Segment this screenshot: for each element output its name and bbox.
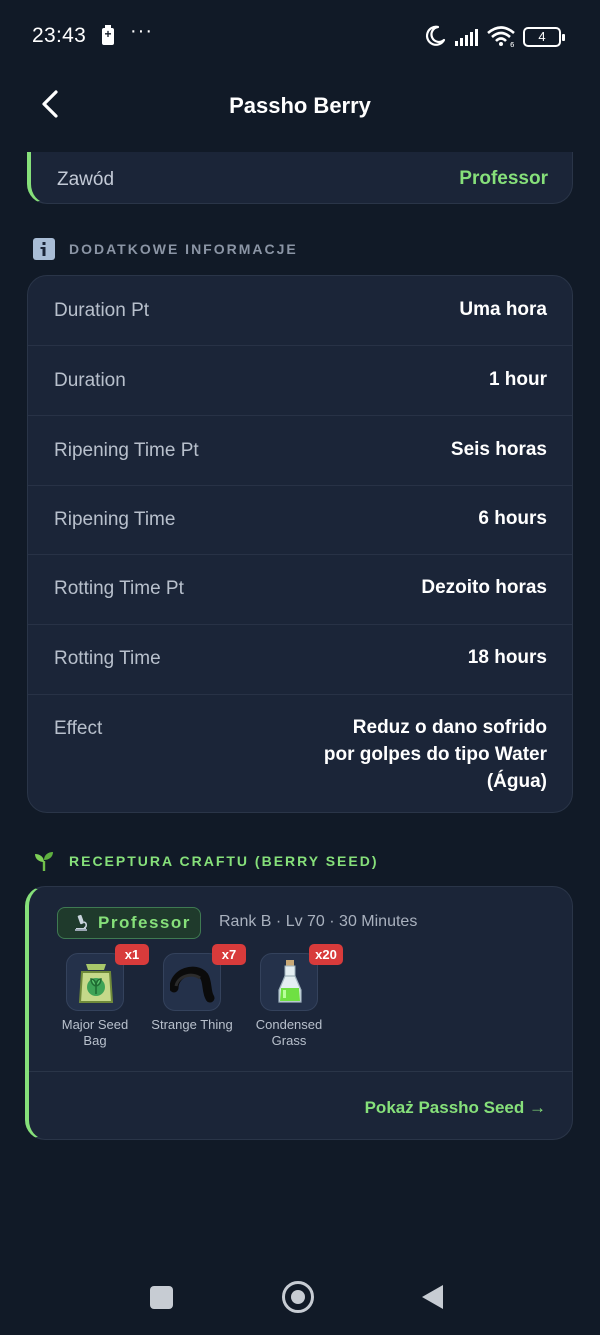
- more-notifications-icon: ···: [130, 20, 153, 42]
- info-row-value: Seis horas: [450, 439, 547, 460]
- profession-value: Professor: [459, 168, 548, 189]
- app-bar: Passho Berry: [0, 76, 600, 152]
- profession-badge-label: Professor: [98, 913, 191, 932]
- info-row-label: Ripening Time: [54, 509, 176, 530]
- system-back-icon[interactable]: [422, 1285, 443, 1309]
- profession-card: Zawód Professor: [27, 152, 573, 204]
- potion-bottle-icon: [278, 960, 302, 1003]
- info-row: Rotting Time 18 hours: [28, 625, 572, 695]
- recent-apps-icon[interactable]: [150, 1286, 173, 1309]
- seed-bag-icon: [78, 964, 114, 1003]
- info-row-value: Uma hora: [459, 299, 547, 320]
- rank-info: Rank B · Lv 70 · 30 Minutes: [219, 913, 418, 930]
- svg-text:6: 6: [510, 41, 515, 47]
- info-row-label: Duration Pt: [54, 300, 150, 321]
- ingredient-qty-badge: x20: [309, 944, 343, 965]
- divider: [29, 1071, 572, 1072]
- info-row-label: Duration: [54, 370, 126, 391]
- info-row-label: Rotting Time Pt: [54, 578, 184, 599]
- ingredient-icon-box: x7: [163, 944, 246, 1011]
- profession-label: Zawód: [57, 169, 115, 190]
- info-row-value: 18 hours: [467, 647, 547, 668]
- profession-badge: Professor: [57, 907, 201, 939]
- info-row: Effect Reduz o dano sofrido por golpes d…: [28, 695, 572, 812]
- sprout-icon: [35, 852, 53, 871]
- info-icon: [33, 238, 55, 260]
- info-row: Ripening Time Pt Seis horas: [28, 416, 572, 486]
- ingredient-name: Major Seed Bag: [61, 1017, 129, 1048]
- battery-icon: 4: [523, 27, 565, 47]
- effect-line: Reduz o dano sofrido: [352, 717, 547, 738]
- page-title: Passho Berry: [229, 93, 371, 118]
- system-nav-bar: [0, 1252, 600, 1335]
- status-time: 23:43: [32, 24, 87, 47]
- additional-info-title: DODATKOWE INFORMACJE: [69, 241, 298, 257]
- ingredient-icon-box: x1: [66, 944, 149, 1011]
- info-row-value: Dezoito horas: [421, 577, 547, 598]
- ingredient-item[interactable]: x20 Condensed Grass: [239, 944, 343, 1049]
- info-row-value: 6 hours: [478, 508, 547, 529]
- strange-thing-icon: [170, 966, 215, 1003]
- battery-saver-icon: [102, 25, 114, 45]
- microscope-icon: [75, 914, 88, 931]
- show-seed-link[interactable]: Pokaż Passho Seed →: [365, 1098, 546, 1118]
- status-bar: 23:43 ··· 6 4: [0, 0, 600, 76]
- additional-info-header: DODATKOWE INFORMACJE: [33, 238, 298, 260]
- do-not-disturb-moon-icon: [426, 25, 446, 46]
- ingredient-item[interactable]: x1 Major Seed Bag: [45, 944, 149, 1049]
- craft-recipe-title: RECEPTURA CRAFTU (BERRY SEED): [69, 853, 379, 869]
- battery-level: 4: [538, 29, 546, 44]
- info-row-label: Effect: [54, 718, 103, 739]
- info-row-label: Ripening Time Pt: [54, 440, 199, 461]
- wifi-icon: 6: [487, 26, 515, 47]
- ingredient-icon-box: x20: [260, 944, 343, 1011]
- signal-strength-icon: [455, 29, 478, 46]
- home-icon[interactable]: [282, 1281, 314, 1313]
- info-row: Rotting Time Pt Dezoito horas: [28, 555, 572, 625]
- craft-recipe-header: RECEPTURA CRAFTU (BERRY SEED): [33, 850, 379, 872]
- craft-recipe-card: Professor Rank B · Lv 70 · 30 Minutes x1…: [25, 886, 573, 1140]
- additional-info-card: Duration Pt Uma hora Duration 1 hour Rip…: [27, 275, 573, 813]
- ingredient-name: Strange Thing: [151, 1017, 233, 1032]
- info-row: Duration 1 hour: [28, 346, 572, 416]
- effect-value: Reduz o dano sofrido por golpes do tipo …: [324, 714, 547, 795]
- effect-line: por golpes do tipo Water: [323, 744, 547, 765]
- info-row-value: 1 hour: [488, 369, 547, 390]
- scroll-content[interactable]: Zawód Professor DODATKOWE INFORMACJE Dur…: [0, 152, 600, 1252]
- info-row-label: Rotting Time: [54, 648, 161, 669]
- effect-line: (Água): [486, 771, 547, 792]
- ingredient-name: Condensed Grass: [255, 1017, 323, 1048]
- info-row: Duration Pt Uma hora: [28, 276, 572, 346]
- ingredient-item[interactable]: x7 Strange Thing: [142, 944, 246, 1033]
- info-row: Ripening Time 6 hours: [28, 486, 572, 555]
